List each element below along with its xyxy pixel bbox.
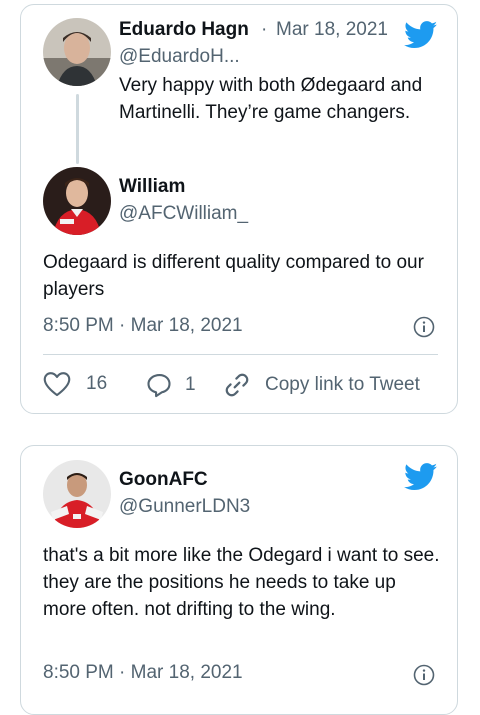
author-name-2[interactable]: GoonAFC <box>119 469 208 491</box>
quoted-author-name[interactable]: Eduardo Hagn <box>119 19 249 41</box>
reply-count: 1 <box>185 374 196 395</box>
avatar-goonafc[interactable] <box>43 460 111 528</box>
tweet-timestamp-2[interactable]: 8:50 PM · Mar 18, 2021 <box>43 662 243 684</box>
author-name[interactable]: William <box>119 176 185 198</box>
like-count: 16 <box>86 373 108 394</box>
quoted-date[interactable]: Mar 18, 2021 <box>276 19 388 41</box>
date-separator: · <box>261 19 268 40</box>
quoted-tweet-text: Very happy with both Ødegaard and Martin… <box>119 75 423 123</box>
heart-icon <box>43 371 71 397</box>
copy-link-button[interactable]: Copy link to Tweet <box>223 371 420 399</box>
info-icon[interactable] <box>413 316 435 338</box>
twitter-bird-icon[interactable] <box>403 21 438 54</box>
copy-link-label: Copy link to Tweet <box>265 374 420 395</box>
link-icon <box>223 371 251 399</box>
reply-icon <box>145 371 173 399</box>
like-button[interactable]: 16 <box>43 371 107 397</box>
avatar-eduardo[interactable] <box>43 18 111 86</box>
tweet-timestamp[interactable]: 8:50 PM · Mar 18, 2021 <box>43 315 243 337</box>
author-handle-2[interactable]: @GunnerLDN3 <box>119 496 250 518</box>
avatar-william[interactable] <box>43 167 111 235</box>
tweet-text: Odegaard is different quality compared t… <box>43 252 424 300</box>
info-icon[interactable] <box>413 664 435 686</box>
twitter-bird-icon[interactable] <box>403 463 438 496</box>
quoted-author-handle[interactable]: @EduardoH... <box>119 46 240 68</box>
reply-button[interactable]: 1 <box>145 371 196 399</box>
author-handle[interactable]: @AFCWilliam_ <box>119 203 248 225</box>
tweet-text-2: that's a bit more like the Odegard i wan… <box>43 545 440 620</box>
thread-connector-line <box>76 94 79 164</box>
tweet-divider <box>43 354 438 355</box>
